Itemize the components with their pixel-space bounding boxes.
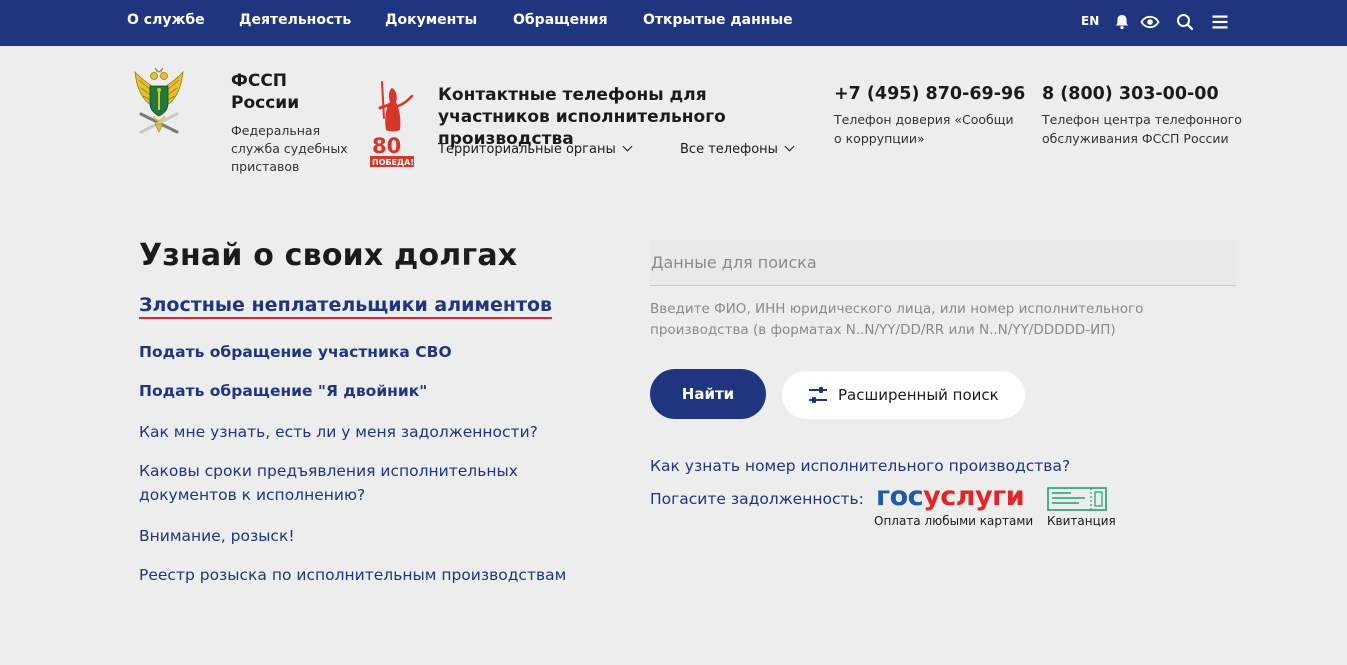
advanced-search-label: Расширенный поиск	[838, 386, 999, 404]
nav-open-data[interactable]: Открытые данные	[643, 12, 793, 28]
nav-activity[interactable]: Деятельность	[239, 12, 351, 28]
eye-icon[interactable]	[1140, 12, 1160, 32]
fssp-emblem-icon[interactable]	[133, 66, 185, 138]
double-appeal-link[interactable]: Подать обращение "Я двойник"	[139, 379, 599, 403]
filter-sliders-icon	[809, 387, 827, 403]
org-name[interactable]: ФССП России	[231, 70, 341, 114]
search-icon[interactable]	[1175, 12, 1195, 32]
nav-about[interactable]: О службе	[127, 12, 205, 28]
advanced-search-button[interactable]: Расширенный поиск	[782, 371, 1025, 419]
wanted-registry-link[interactable]: Реестр розыска по исполнительным произво…	[139, 563, 599, 587]
svg-text:ПОБЕДА!: ПОБЕДА!	[372, 158, 414, 167]
nav-documents[interactable]: Документы	[385, 12, 477, 28]
call-center-phone-number[interactable]: 8 (800) 303-00-00	[1042, 84, 1219, 104]
enforcement-terms-link[interactable]: Каковы сроки предъявления исполнительных…	[139, 459, 559, 507]
receipt-icon[interactable]	[1047, 487, 1107, 511]
gosuslugi-logo[interactable]: госуслуги	[876, 481, 1025, 512]
svg-text:80: 80	[372, 134, 401, 158]
org-subtitle: Федеральная служба судебных приставов	[231, 123, 348, 174]
pay-debt-label: Погасите задолженность:	[650, 490, 864, 508]
svo-appeal-link[interactable]: Подать обращение участника СВО	[139, 340, 599, 364]
all-phones-dropdown[interactable]: Все телефоны	[680, 141, 795, 157]
chevron-down-icon	[784, 141, 795, 152]
search-input[interactable]	[650, 240, 1236, 286]
search-hint: Введите ФИО, ИНН юридического лица, или …	[650, 301, 1144, 338]
territorial-bodies-dropdown[interactable]: Территориальные органы	[438, 141, 633, 157]
bell-icon[interactable]	[1112, 12, 1132, 32]
nav-appeals[interactable]: Обращения	[513, 12, 608, 28]
find-button[interactable]: Найти	[650, 369, 766, 419]
victory-80-logo-icon[interactable]: 80 ПОБЕДА!	[368, 78, 418, 172]
how-to-find-number-link[interactable]: Как узнать номер исполнительного произво…	[650, 457, 1070, 475]
trust-phone-number[interactable]: +7 (495) 870-69-96	[834, 84, 1025, 104]
receipt-caption: Квитанция	[1047, 514, 1116, 528]
trust-phone-caption: Телефон доверия «Сообщи о коррупции»	[834, 112, 1014, 146]
all-phones-label: Все телефоны	[680, 142, 778, 157]
contacts-title: Контактные телефоны для участников испол…	[438, 85, 726, 149]
malicious-defaulters-link[interactable]: Злостные неплательщики алиментов	[139, 294, 553, 319]
gosuslugi-logo-red: услуги	[923, 481, 1025, 512]
chevron-down-icon	[622, 141, 633, 152]
gosuslugi-caption: Оплата любыми картами	[874, 514, 1034, 528]
check-debts-link[interactable]: Как мне узнать, есть ли у меня задолженн…	[139, 420, 599, 444]
gosuslugi-logo-blue: гос	[876, 481, 924, 512]
call-center-phone-caption: Телефон центра телефонного обслуживания …	[1042, 112, 1242, 146]
page-title: Узнай о своих долгах	[139, 238, 518, 273]
wanted-notice-link[interactable]: Внимание, розыск!	[139, 524, 599, 548]
top-navigation-bar: О службе Деятельность Документы Обращени…	[0, 0, 1347, 46]
language-switch[interactable]: EN	[1081, 14, 1099, 28]
menu-icon[interactable]	[1210, 12, 1230, 32]
territorial-bodies-label: Территориальные органы	[438, 142, 616, 157]
